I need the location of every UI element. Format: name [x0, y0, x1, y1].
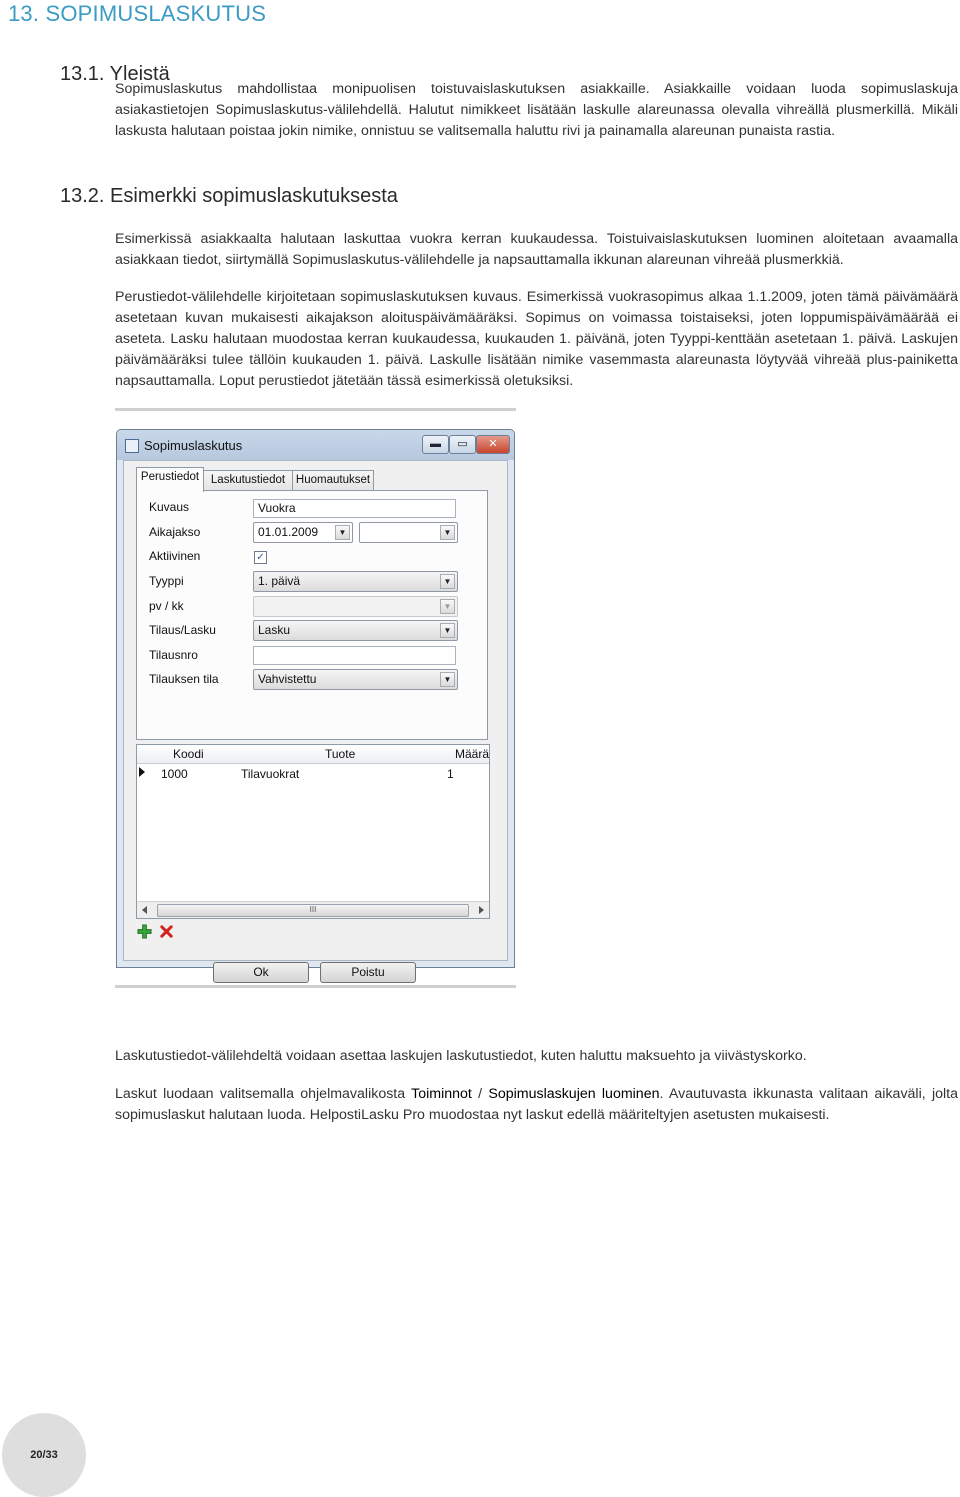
label-tilauksen-tila: Tilauksen tila	[149, 672, 219, 686]
chevron-down-icon[interactable]: ▼	[440, 672, 455, 687]
dialog-client: Perustiedot Laskutustiedot Huomautukset …	[123, 460, 508, 983]
tilauksen-tila-value: Vahvistettu	[258, 672, 317, 686]
tab-huomautukset[interactable]: Huomautukset	[292, 470, 374, 491]
chevron-down-icon[interactable]: ▼	[440, 525, 455, 540]
cell-tuote[interactable]: Tilavuokrat	[241, 767, 299, 781]
chevron-down-icon[interactable]: ▼	[335, 525, 350, 540]
chevron-down-icon[interactable]: ▼	[440, 574, 455, 589]
column-tuote[interactable]: Tuote	[325, 747, 355, 761]
tilauslasku-value: Lasku	[258, 623, 291, 637]
separator-bottom	[115, 985, 516, 988]
aikajakso-start-picker[interactable]: 01.01.2009 ▼	[253, 522, 353, 543]
label-tilausnro: Tilausnro	[149, 648, 198, 662]
label-kuvaus: Kuvaus	[149, 500, 190, 514]
column-maara[interactable]: Määrä	[455, 747, 489, 761]
maximize-button[interactable]: ▭	[449, 435, 476, 454]
aikajakso-end-picker[interactable]: ▼	[359, 522, 458, 543]
dialog-titlebar: Sopimuslaskutus ▬ ▭ ✕	[117, 430, 514, 460]
scroll-right-icon[interactable]	[479, 906, 484, 914]
minimize-button[interactable]: ▬	[422, 435, 449, 454]
section-after-text: Laskutustiedot-välilehdeltä voidaan aset…	[115, 1046, 958, 1126]
cell-maara[interactable]: 1	[447, 767, 454, 781]
tab-laskutustiedot[interactable]: Laskutustiedot	[203, 470, 293, 491]
text-part-1: Laskut luodaan valitsemalla ohjelmavalik…	[115, 1086, 412, 1102]
sopimuslaskutus-dialog: Sopimuslaskutus ▬ ▭ ✕ Perustiedot Laskut…	[116, 429, 515, 983]
aikajakso-start-value: 01.01.2009	[258, 525, 319, 539]
menu-separator: /	[471, 1086, 489, 1102]
cell-koodi[interactable]: 1000	[161, 767, 188, 781]
perustiedot-panel: Kuvaus Vuokra Aikajakso 01.01.2009 ▼ ▼ A…	[136, 490, 488, 740]
tyyppi-value: 1. päivä	[258, 574, 301, 588]
section-example-text: Esimerkissä asiakkaalta halutaan laskutt…	[115, 229, 958, 392]
delete-icon[interactable]	[159, 924, 174, 939]
pvkk-select[interactable]: ▼	[253, 596, 458, 617]
section-general-text: Sopimuslaskutus mahdollistaa monipuolise…	[115, 79, 958, 142]
paragraph-example-2: Perustiedot-välilehdelle kirjoitetaan so…	[115, 289, 958, 389]
chevron-down-icon[interactable]: ▼	[440, 623, 455, 638]
scroll-thumb[interactable]: III	[157, 904, 469, 917]
chapter-title: 13. SOPIMUSLASKUTUS	[8, 1, 267, 26]
dialog-title: Sopimuslaskutus	[144, 438, 243, 453]
tilauslasku-select[interactable]: Lasku ▼	[253, 620, 458, 641]
plus-icon[interactable]	[137, 924, 152, 939]
paragraph-general: Sopimuslaskutus mahdollistaa monipuolise…	[115, 81, 958, 139]
horizontal-scrollbar[interactable]: III	[137, 901, 489, 918]
kuvaus-field[interactable]: Vuokra	[253, 499, 456, 518]
poistu-button[interactable]: Poistu	[320, 962, 416, 983]
label-tilauslasku: Tilaus/Lasku	[149, 623, 216, 637]
tilausnro-field[interactable]	[253, 646, 456, 665]
ok-button[interactable]: Ok	[213, 962, 309, 983]
label-aikajakso: Aikajakso	[149, 525, 201, 539]
label-pvkk: pv / kk	[149, 599, 184, 613]
app-icon	[125, 439, 139, 453]
tab-perustiedot[interactable]: Perustiedot	[136, 467, 204, 492]
tyyppi-select[interactable]: 1. päivä ▼	[253, 571, 458, 592]
row-selector-icon	[139, 767, 145, 777]
menu-toiminnot: Toiminnot	[411, 1086, 472, 1102]
grid-header: Koodi Tuote Määrä	[137, 745, 489, 764]
tilauksen-tila-select[interactable]: Vahvistettu ▼	[253, 669, 458, 690]
menu-sopimuslaskujen-luominen: Sopimuslaskujen luominen	[488, 1086, 660, 1102]
aktiivinen-checkbox[interactable]: ✓	[254, 551, 267, 564]
column-koodi[interactable]: Koodi	[173, 747, 204, 761]
paragraph-luominen: Laskut luodaan valitsemalla ohjelmavalik…	[115, 1084, 958, 1126]
items-grid: Koodi Tuote Määrä 1000 Tilavuokrat 1 III	[136, 744, 490, 919]
paragraph-example-1: Esimerkissä asiakkaalta halutaan laskutt…	[115, 231, 958, 268]
close-button[interactable]: ✕	[476, 435, 510, 454]
label-aktiivinen: Aktiivinen	[149, 549, 201, 563]
separator-top	[115, 408, 516, 411]
page-number-badge: 20/33	[2, 1413, 86, 1497]
label-tyyppi: Tyyppi	[149, 574, 184, 588]
scroll-left-icon[interactable]	[142, 906, 147, 914]
paragraph-laskutustiedot: Laskutustiedot-välilehdeltä voidaan aset…	[115, 1048, 807, 1064]
chevron-down-icon[interactable]: ▼	[440, 599, 455, 614]
section-title-example: 13.2. Esimerkki sopimuslaskutuksesta	[60, 185, 398, 207]
